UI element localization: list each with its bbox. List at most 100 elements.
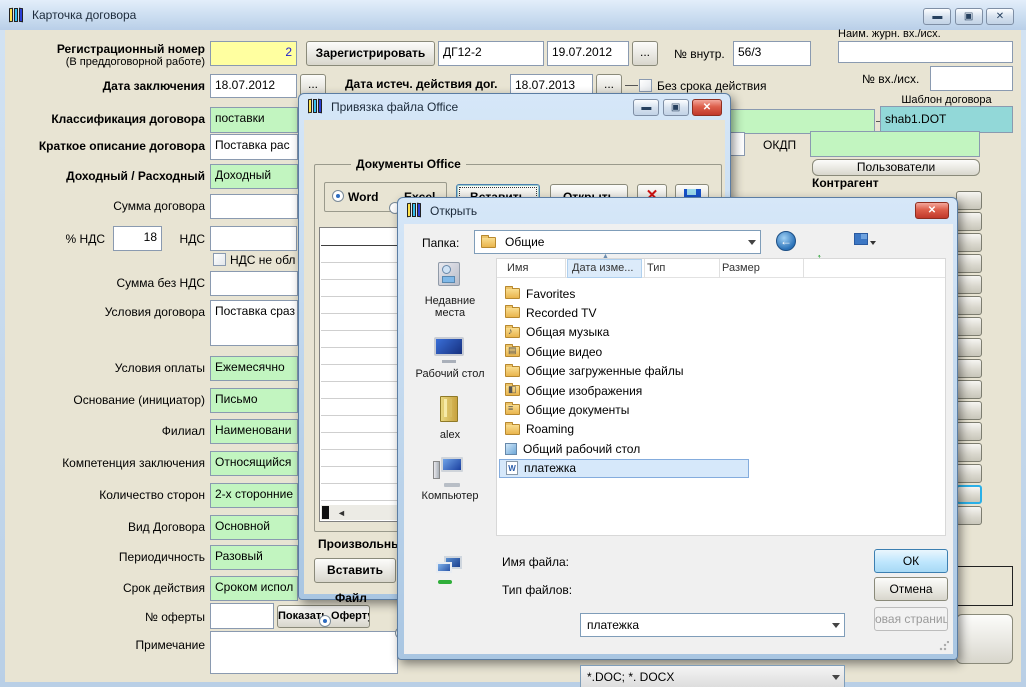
col-size[interactable]: Размер [722, 262, 760, 274]
okdp-field[interactable] [810, 131, 980, 157]
right-big-button[interactable] [956, 614, 1013, 664]
row-field[interactable]: Относящийся [210, 451, 298, 476]
side-stack-button[interactable] [956, 296, 982, 315]
row-field[interactable]: Основной [210, 515, 298, 540]
register-button[interactable]: Зарегистрировать [306, 41, 435, 66]
minimize-button[interactable]: ▬ [923, 8, 951, 25]
side-stack-button[interactable] [956, 422, 982, 441]
no-term-label: Без срока действия [657, 79, 766, 93]
offer-field[interactable] [210, 603, 274, 629]
filename-combobox[interactable]: платежка [580, 613, 845, 637]
row-field[interactable]: Наименовани [210, 419, 298, 444]
folder-combobox[interactable]: Общие [474, 230, 761, 254]
cancel-button[interactable]: Отмена [874, 577, 948, 601]
side-stack-button[interactable] [956, 464, 982, 483]
file-row[interactable]: Общий рабочий стол [499, 439, 939, 458]
row-field[interactable]: Поставка сраз [210, 300, 298, 346]
side-stack-button[interactable] [956, 275, 982, 294]
hscroll-left-arrow-icon[interactable]: ◄ [337, 508, 346, 518]
combo-arrow-icon [748, 240, 756, 245]
misc-insert-button[interactable]: Вставить [314, 558, 396, 583]
journal-field[interactable] [838, 41, 1013, 63]
file-row[interactable]: Общие загруженные файлы [499, 362, 939, 381]
place-item[interactable]: Недавние места [409, 260, 491, 319]
side-stack-button[interactable] [956, 506, 982, 525]
open-close-button[interactable]: ✕ [915, 202, 949, 219]
conclusion-date-field[interactable]: 18.07.2012 [210, 74, 297, 98]
file-row[interactable]: Recorded TV [499, 303, 939, 322]
side-stack-button[interactable] [956, 254, 982, 273]
place-label: Компьютер [409, 490, 491, 502]
col-type[interactable]: Тип [647, 262, 665, 274]
office-maximize-button[interactable]: ▣ [663, 99, 689, 116]
col-date-cell[interactable]: Дата изме... ▲ [567, 259, 642, 278]
row-field[interactable]: Письмо [210, 388, 298, 413]
back-icon[interactable]: ← [776, 231, 796, 251]
file-row[interactable]: Wплатежка [499, 459, 749, 478]
side-stack-button[interactable] [956, 401, 982, 420]
views-icon[interactable] [854, 233, 876, 245]
file-row[interactable]: ♪Общая музыка [499, 323, 939, 342]
word-radio[interactable] [332, 190, 344, 202]
reg-number-field[interactable]: 2 [210, 41, 297, 66]
users-button[interactable]: Пользователи [812, 159, 980, 176]
row-field[interactable]: Доходный [210, 164, 298, 189]
place-item[interactable]: Компьютер [409, 455, 491, 502]
file-row[interactable]: Favorites [499, 284, 939, 303]
office-minimize-button[interactable]: ▬ [633, 99, 659, 116]
side-stack-button[interactable] [956, 191, 982, 210]
file-row[interactable]: ▤Общие видео [499, 342, 939, 361]
note-field[interactable] [210, 631, 398, 674]
maximize-button[interactable]: ▣ [955, 8, 983, 25]
main-window-title: Карточка договора [32, 8, 136, 22]
row-field[interactable]: Разовый [210, 545, 298, 570]
no-term-checkbox[interactable] [639, 79, 652, 92]
file-row[interactable]: ◧Общие изображения [499, 381, 939, 400]
file-row[interactable]: ≡Общие документы [499, 400, 939, 419]
filetype-combobox[interactable]: *.DOC; *. DOCX [580, 665, 845, 687]
file-name: Recorded TV [526, 306, 596, 320]
side-stack-button[interactable] [956, 380, 982, 399]
vat-field[interactable] [210, 226, 297, 251]
file-radio[interactable] [319, 615, 331, 627]
ok-button[interactable]: ОК [874, 549, 948, 573]
side-stack-button[interactable] [956, 485, 982, 504]
row-field[interactable] [210, 194, 298, 219]
row-field[interactable]: Поставка рас [210, 134, 298, 160]
vat-exempt-checkbox[interactable] [213, 253, 226, 266]
file-list[interactable]: Имя Дата изме... ▲ Тип Размер Favorites R… [496, 258, 946, 536]
row-field[interactable]: 2-х сторонние [210, 483, 298, 508]
row-field[interactable]: Сроком испол [210, 576, 298, 601]
row-field[interactable]: поставки [210, 107, 298, 133]
side-stack-button[interactable] [956, 443, 982, 462]
side-stack-button[interactable] [956, 359, 982, 378]
internal-number-field[interactable]: 56/3 [733, 41, 811, 66]
partial-disabled-button[interactable]: овая страниц [874, 607, 948, 631]
inout-number-field[interactable] [930, 66, 1013, 91]
open-dialog-title: Открыть [430, 204, 477, 218]
reg-date-field[interactable]: 19.07.2012 [547, 41, 629, 66]
office-dialog-titlebar[interactable]: Привязка файла Office ▬ ▣ ✕ [299, 94, 730, 119]
row-label: Компетенция заключения [10, 456, 205, 470]
resize-grip[interactable] [939, 641, 949, 651]
file-row[interactable]: Roaming [499, 420, 939, 439]
col-name[interactable]: Имя [507, 262, 528, 274]
place-item[interactable]: Рабочий стол [409, 333, 491, 380]
vat-pct-field[interactable]: 18 [113, 226, 162, 251]
reg-date-picker-button[interactable]: ... [632, 41, 658, 66]
row-field[interactable]: Ежемесячно [210, 356, 298, 381]
open-dialog-titlebar[interactable]: Открыть ✕ [398, 198, 957, 223]
hscroll-thumb[interactable] [322, 506, 329, 519]
office-close-button[interactable]: ✕ [692, 99, 722, 116]
side-stack-button[interactable] [956, 233, 982, 252]
close-button[interactable]: ✕ [986, 8, 1014, 25]
side-stack-button[interactable] [956, 317, 982, 336]
template-field[interactable]: shab1.DOT [880, 106, 1013, 133]
network-icon[interactable] [436, 556, 466, 582]
row-field[interactable] [210, 271, 298, 296]
place-item[interactable]: alex [409, 394, 491, 441]
side-stack-button[interactable] [956, 212, 982, 231]
side-stack-button[interactable] [956, 338, 982, 357]
contract-code-field[interactable]: ДГ12-2 [438, 41, 544, 66]
main-window-titlebar[interactable]: Карточка договора ▬ ▣ ✕ [0, 0, 1026, 30]
